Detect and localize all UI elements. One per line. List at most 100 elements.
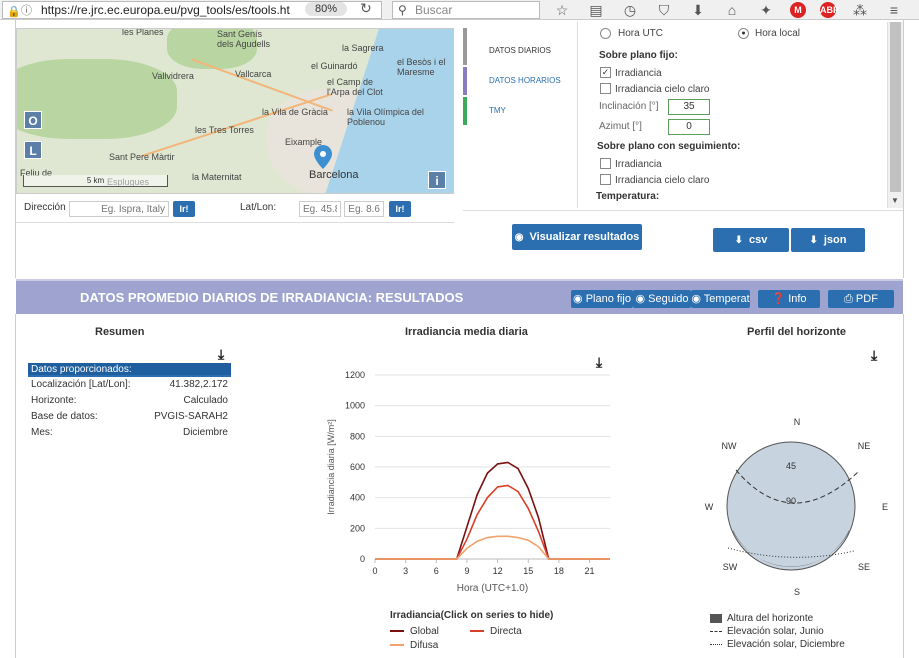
x-tick-label: 9 [464, 566, 469, 576]
direction-go-button[interactable]: Ir! [173, 201, 195, 217]
local-time-radio[interactable]: ● [738, 28, 749, 39]
horizon-legend-height: Altura del horizonte [710, 613, 813, 624]
extension-icon[interactable]: ✦ [756, 2, 776, 19]
legend-label: Global [410, 626, 439, 637]
adblock-icon[interactable]: ABP [820, 2, 839, 18]
visualize-results-label: Visualizar resultados [529, 231, 640, 243]
inclination-input[interactable]: 35 [668, 99, 710, 115]
gmail-icon[interactable]: M [790, 2, 806, 18]
download-icon[interactable]: ⬇ [688, 2, 708, 19]
y-tick-label: 800 [350, 431, 365, 441]
map-scale: 5 km [23, 175, 168, 187]
scrollbar-thumb[interactable] [890, 22, 901, 192]
y-tick-label: 1000 [345, 401, 365, 411]
results-banner: DATOS PROMEDIO DIARIOS DE IRRADIANCIA: R… [16, 279, 903, 314]
utc-time-radio[interactable] [600, 28, 611, 39]
eye-icon: ◉ [691, 293, 704, 305]
summary-title: Resumen [95, 326, 145, 338]
browser-search-input[interactable]: ⚲ Buscar [392, 1, 540, 19]
inclination-label: Inclinación [°] [599, 101, 659, 112]
visualize-results-button[interactable]: ◉ Visualizar resultados [512, 224, 642, 250]
direction-s: S [794, 587, 800, 597]
page-border-right [903, 20, 904, 278]
horizon-polar-chart: 45 90 N NE E SE S SW W NW [705, 417, 888, 597]
history-icon[interactable]: ◷ [620, 2, 640, 19]
pdf-label: PDF [855, 293, 878, 305]
tracking-label: Seguido [648, 293, 689, 305]
map-label: el Camp de l'Arpa del Clot [327, 77, 383, 97]
latlon-go-button[interactable]: Ir! [389, 201, 411, 217]
pocket-icon[interactable]: ⛉ [654, 2, 674, 19]
map-info-button[interactable]: i [428, 171, 446, 189]
map-marker-icon[interactable] [314, 145, 332, 169]
summary-download-icon[interactable]: ⤓ [218, 346, 224, 363]
eye-icon: ◉ [635, 293, 649, 305]
extension-dots-icon[interactable]: ⁂ [850, 2, 870, 19]
tracking-irradiance-checkbox[interactable] [600, 158, 611, 169]
download-json-button[interactable]: ⬇ json [791, 228, 865, 252]
info-label: Info [788, 293, 807, 305]
temperature-results-button[interactable]: ◉ Temperat [691, 290, 750, 308]
summary-row-label: Mes: [31, 427, 53, 438]
direction-input[interactable] [69, 201, 169, 217]
irradiance-checkbox[interactable]: ✓ [600, 67, 611, 78]
legend-item-diffuse[interactable]: Difusa [390, 640, 438, 651]
reading-list-icon[interactable]: ▤ [586, 2, 606, 19]
summary-row-value: Diciembre [182, 427, 228, 438]
info-icon[interactable]: ⓘ [21, 3, 32, 19]
tab-hourly-data[interactable]: DATOS HORARIOS [463, 67, 576, 95]
tracking-clear-sky-checkbox[interactable] [600, 174, 611, 185]
azimuth-input[interactable]: 0 [668, 119, 710, 135]
home-icon[interactable]: ⌂ [722, 2, 742, 18]
y-tick-label: 0 [360, 554, 365, 564]
legend-item-direct[interactable]: Directa [470, 626, 522, 637]
options-scrollbar[interactable]: ▼ [887, 22, 903, 208]
longitude-input[interactable] [344, 201, 384, 217]
eye-icon: ◉ [514, 232, 524, 243]
fixed-plane-heading: Sobre plano fijo: [599, 50, 678, 61]
reload-icon[interactable]: ↻ [360, 0, 372, 17]
y-tick-label: 200 [350, 523, 365, 533]
legend-item-global[interactable]: Global [390, 626, 439, 637]
map-label-city: Barcelona [309, 169, 359, 181]
tab-daily-data[interactable]: DATOS DIARIOS [463, 37, 576, 65]
tracking-clear-sky-label: Irradiancia cielo claro [615, 175, 710, 186]
summary-header: Datos proporcionados: [28, 363, 231, 377]
info-button[interactable]: ❓ Info [758, 290, 820, 308]
horizon-download-icon[interactable]: ⤓ [871, 347, 877, 364]
pdf-button[interactable]: ⎙ PDF [828, 290, 894, 308]
utc-time-label: Hora UTC [618, 28, 664, 39]
results-title: DATOS PROMEDIO DIARIOS DE IRRADIANCIA: R… [80, 290, 464, 305]
map-label: Vallvidrera [152, 71, 194, 81]
legend-label: Directa [490, 626, 522, 637]
summary-row-value: Calculado [183, 395, 228, 406]
direction-nw: NW [722, 441, 737, 451]
tracking-results-button[interactable]: ◉ Seguido [633, 290, 691, 308]
tracking-plane-heading: Sobre plano con seguimiento: [597, 141, 741, 152]
scroll-down-arrow-icon[interactable]: ▼ [891, 196, 899, 205]
fixed-plane-results-button[interactable]: ◉ Plano fijo [571, 290, 633, 308]
latitude-input[interactable] [299, 201, 341, 217]
horizon-legend-december: Elevación solar, Diciembre [710, 639, 845, 650]
x-tick-label: 12 [493, 566, 503, 576]
direction-sw: SW [723, 562, 738, 572]
eye-icon: ◉ [573, 293, 586, 305]
location-map[interactable]: les Planes Sant Genís dels Agudells la S… [16, 28, 454, 194]
bookmark-star-icon[interactable]: ☆ [552, 2, 572, 19]
download-csv-button[interactable]: ⬇ csv [713, 228, 789, 252]
printer-icon: ⎙ [844, 293, 856, 305]
zoom-indicator[interactable]: 80% [305, 2, 347, 16]
tab-tmy[interactable]: TMY [463, 97, 576, 125]
x-axis-label: Hora (UTC+1.0) [457, 583, 528, 594]
page-border-left-lower [15, 314, 16, 658]
map-label: el Guinardó [311, 61, 358, 71]
x-tick-label: 21 [585, 566, 595, 576]
local-time-label: Hora local [755, 28, 801, 39]
options-panel: Hora UTC ● Hora local Sobre plano fijo: … [577, 22, 887, 208]
menu-icon[interactable]: ≡ [884, 2, 904, 18]
map-zoom-out-button[interactable]: L [24, 141, 42, 159]
series-line-difusa [375, 535, 610, 560]
latlon-label: Lat/Lon: [240, 202, 277, 213]
map-zoom-in-button[interactable]: O [24, 111, 42, 129]
clear-sky-checkbox[interactable] [600, 83, 611, 94]
